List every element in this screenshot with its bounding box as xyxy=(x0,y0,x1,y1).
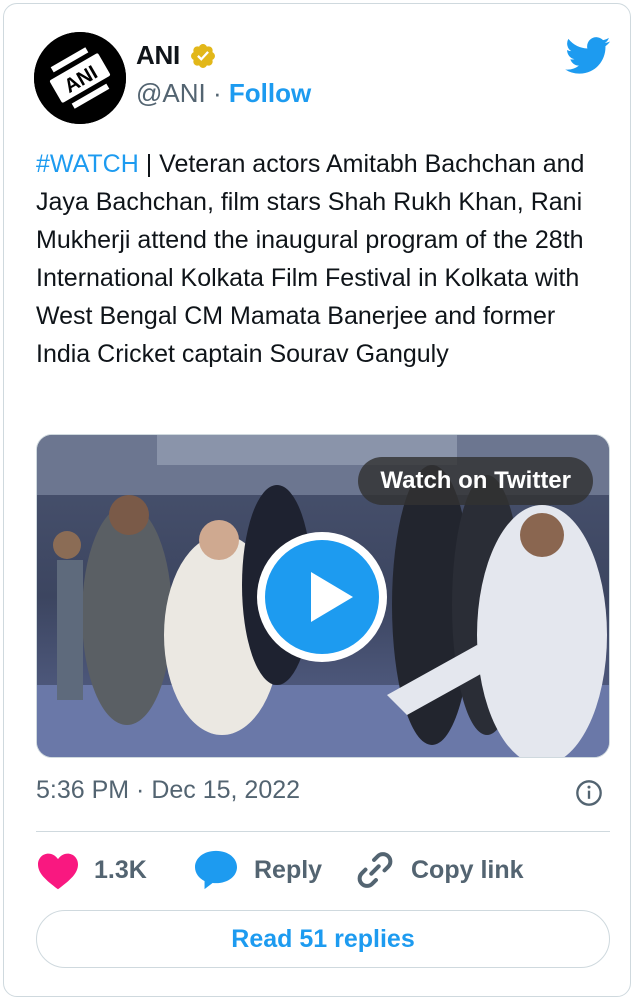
author-handle[interactable]: @ANI xyxy=(136,78,206,108)
watch-on-twitter-button[interactable]: Watch on Twitter xyxy=(358,457,593,505)
follow-button[interactable]: Follow xyxy=(229,78,311,108)
author-handle-row: @ANI · Follow xyxy=(136,78,311,109)
video-thumbnail[interactable]: Watch on Twitter xyxy=(36,434,610,758)
reply-label: Reply xyxy=(254,855,323,884)
info-icon[interactable] xyxy=(575,779,603,807)
tweet-card: ANI ANI @ANI · Follow #WATCH | Veteran a… xyxy=(3,3,631,997)
separator: · xyxy=(212,78,222,108)
tweet-body: | Veteran actors Amitabh Bachchan and Ja… xyxy=(36,150,585,368)
tweet-timestamp[interactable]: 5:36 PM · Dec 15, 2022 xyxy=(36,776,300,805)
play-icon xyxy=(265,540,379,654)
like-button[interactable]: 1.3K xyxy=(36,847,147,893)
copy-link-button[interactable]: Copy link xyxy=(353,847,524,893)
avatar[interactable]: ANI xyxy=(34,32,126,124)
reply-bubble-icon xyxy=(195,850,237,890)
like-count: 1.3K xyxy=(94,855,147,884)
reply-button[interactable]: Reply xyxy=(192,847,322,893)
hashtag-link[interactable]: #WATCH xyxy=(36,150,139,178)
divider xyxy=(36,831,610,832)
tweet-text: #WATCH | Veteran actors Amitabh Bachchan… xyxy=(36,145,616,373)
twitter-bird-icon[interactable] xyxy=(565,37,611,75)
author-name[interactable]: ANI xyxy=(136,40,180,71)
copy-link-label: Copy link xyxy=(411,855,524,884)
read-replies-button[interactable]: Read 51 replies xyxy=(36,910,610,968)
link-icon xyxy=(357,852,393,888)
verified-badge-icon xyxy=(191,44,215,68)
heart-icon xyxy=(38,853,78,890)
ani-logo-icon: ANI xyxy=(34,32,126,124)
play-button[interactable] xyxy=(257,532,387,662)
